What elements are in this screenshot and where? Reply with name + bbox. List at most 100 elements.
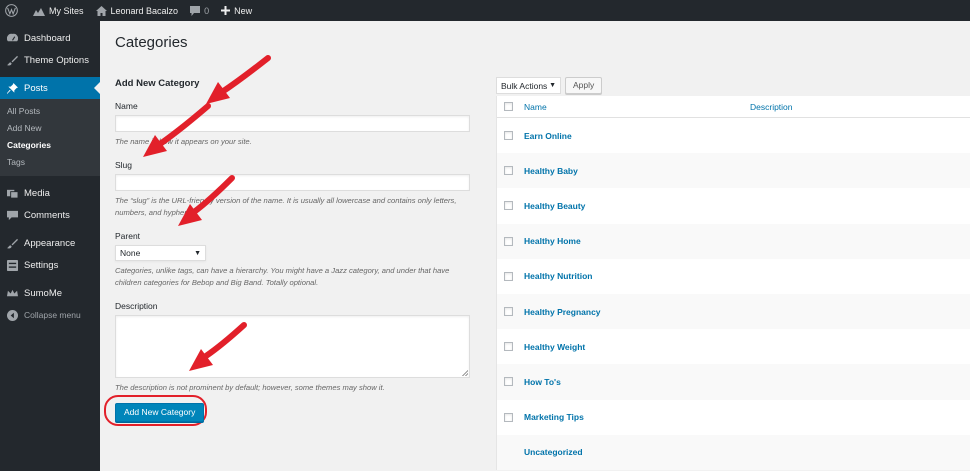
description-label: Description — [115, 301, 158, 311]
submenu-categories[interactable]: Categories — [0, 137, 100, 154]
parent-label: Parent — [115, 231, 141, 241]
category-name-link[interactable]: Healthy Beauty — [524, 201, 585, 211]
category-name-link[interactable]: Earn Online — [524, 131, 572, 141]
menu-dashboard[interactable]: Dashboard — [0, 27, 100, 49]
my-sites-label: My Sites — [49, 5, 84, 16]
row-checkbox[interactable] — [504, 201, 513, 211]
my-sites-icon — [33, 7, 45, 16]
table-row: How To's — [497, 364, 970, 400]
menu-collapse[interactable]: Collapse menu — [0, 304, 100, 326]
categories-table: Name Description Earn Online Healthy Bab… — [496, 96, 970, 470]
category-name-link[interactable]: Uncategorized — [524, 447, 583, 457]
menu-theme-options-label: Theme Options — [24, 54, 89, 66]
select-all-checkbox[interactable] — [504, 102, 513, 111]
form-heading: Add New Category — [115, 78, 200, 89]
description-help: The description is not prominent by defa… — [115, 383, 385, 392]
description-textarea[interactable] — [115, 315, 470, 378]
slug-help: The “slug” is the URL-friendly version o… — [115, 196, 457, 217]
table-row: Healthy Baby — [497, 153, 970, 189]
name-help: The name is how it appears on your site. — [115, 137, 252, 146]
table-row: Earn Online — [497, 118, 970, 153]
menu-comments[interactable]: Comments — [0, 204, 100, 226]
appearance-brush-icon — [7, 238, 18, 248]
row-checkbox[interactable] — [504, 342, 513, 352]
menu-appearance[interactable]: Appearance — [0, 232, 100, 254]
bulk-actions-select[interactable]: Bulk Actions ▼ — [496, 77, 561, 94]
plus-icon — [221, 6, 231, 15]
category-name-link[interactable]: Healthy Pregnancy — [524, 307, 601, 317]
submenu-add-new[interactable]: Add New — [0, 120, 100, 137]
category-name-link[interactable]: How To's — [524, 377, 561, 387]
comments-link[interactable]: 0 — [184, 0, 215, 21]
posts-submenu: All Posts Add New Categories Tags — [0, 99, 100, 176]
admin-bar: My Sites Leonard Bacalzo 0 New — [0, 0, 970, 21]
brush-icon — [7, 55, 18, 65]
comments-count: 0 — [204, 5, 210, 16]
column-header-name[interactable]: Name — [524, 102, 750, 112]
row-checkbox[interactable] — [504, 412, 513, 422]
category-name-link[interactable]: Healthy Baby — [524, 166, 578, 176]
parent-selected-value: None — [120, 248, 141, 258]
row-checkbox[interactable] — [504, 236, 513, 246]
column-header-description[interactable]: Description — [750, 102, 793, 112]
slug-label: Slug — [115, 160, 133, 170]
category-name-link[interactable]: Marketing Tips — [524, 412, 584, 422]
menu-dashboard-label: Dashboard — [24, 32, 71, 44]
menu-sumome[interactable]: SumoMe — [0, 282, 100, 304]
select-arrow-icon: ▼ — [194, 249, 201, 257]
table-row: Healthy Home — [497, 223, 970, 259]
row-checkbox[interactable] — [504, 307, 513, 317]
table-row: Uncategorized — [497, 434, 970, 470]
row-checkbox[interactable] — [504, 377, 513, 387]
add-category-form: Add New Category Name The name is how it… — [104, 78, 471, 426]
media-icon — [7, 189, 18, 199]
menu-sumome-label: SumoMe — [24, 287, 63, 299]
row-checkbox[interactable] — [504, 271, 513, 281]
submenu-all-posts[interactable]: All Posts — [0, 103, 100, 120]
add-new-category-button[interactable]: Add New Category — [115, 403, 205, 422]
bulk-actions-bar: Bulk Actions ▼ Apply — [496, 77, 603, 94]
sumome-crown-icon — [7, 289, 18, 296]
category-name-link[interactable]: Healthy Weight — [524, 342, 585, 352]
menu-appearance-label: Appearance — [24, 237, 76, 249]
admin-sidebar: Dashboard Theme Options Posts All Posts … — [0, 21, 100, 471]
slug-input[interactable] — [115, 174, 470, 191]
bulk-actions-label: Bulk Actions — [501, 80, 548, 91]
table-row: Marketing Tips — [497, 400, 970, 435]
comment-bubble-icon — [190, 5, 201, 16]
table-row: Healthy Pregnancy — [497, 293, 970, 330]
my-sites-link[interactable]: My Sites — [27, 0, 90, 21]
menu-collapse-label: Collapse menu — [24, 310, 81, 320]
new-content-link[interactable]: New — [215, 0, 258, 21]
parent-help: Categories, unlike tags, can have a hier… — [115, 266, 450, 287]
category-name-link[interactable]: Healthy Home — [524, 236, 581, 246]
menu-posts-label: Posts — [24, 82, 48, 94]
settings-icon — [7, 259, 18, 271]
site-name-link[interactable]: Leonard Bacalzo — [90, 0, 185, 21]
site-name-label: Leonard Bacalzo — [110, 5, 179, 16]
menu-media-label: Media — [24, 187, 50, 199]
dashboard-icon — [7, 33, 18, 41]
row-checkbox[interactable] — [504, 131, 513, 141]
menu-settings-label: Settings — [24, 259, 59, 271]
collapse-arrow-icon — [7, 309, 18, 321]
select-arrow-icon: ▼ — [549, 82, 556, 89]
row-checkbox[interactable] — [504, 166, 513, 176]
apply-button[interactable]: Apply — [565, 77, 603, 94]
pushpin-icon — [7, 82, 18, 94]
menu-media[interactable]: Media — [0, 182, 100, 204]
parent-select[interactable]: None ▼ — [115, 245, 206, 261]
table-row: Healthy Nutrition — [497, 259, 970, 294]
table-row: Healthy Beauty — [497, 188, 970, 223]
submenu-tags[interactable]: Tags — [0, 154, 100, 171]
menu-comments-label: Comments — [24, 209, 70, 221]
menu-settings[interactable]: Settings — [0, 254, 100, 276]
comments-icon — [7, 210, 18, 220]
wordpress-logo-icon[interactable] — [0, 0, 27, 21]
table-header: Name Description — [497, 96, 970, 118]
home-icon — [95, 5, 107, 16]
category-name-link[interactable]: Healthy Nutrition — [524, 271, 592, 281]
menu-theme-options[interactable]: Theme Options — [0, 49, 100, 71]
name-input[interactable] — [115, 115, 470, 132]
menu-posts[interactable]: Posts — [0, 77, 100, 99]
